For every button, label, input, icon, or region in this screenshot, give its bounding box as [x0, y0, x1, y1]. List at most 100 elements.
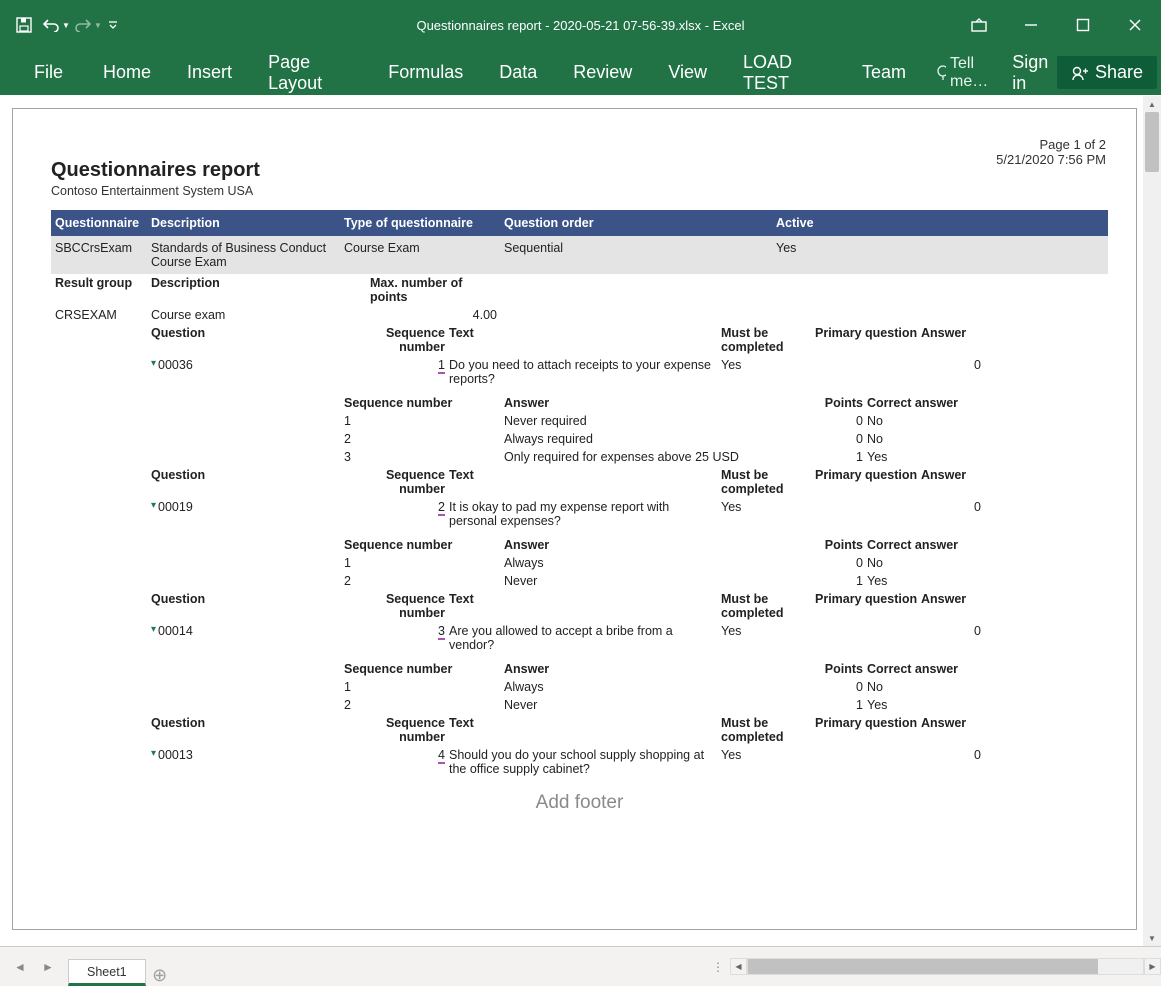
answer-seq: 2: [344, 698, 504, 712]
answer-points: 0: [776, 556, 867, 570]
answer-points: 1: [776, 450, 867, 464]
cell-active: Yes: [776, 241, 926, 255]
lbl-ans-correct: Correct answer: [867, 396, 1017, 410]
share-icon: [1071, 64, 1089, 82]
tab-formulas[interactable]: Formulas: [370, 52, 481, 93]
tell-me-label: Tell me…: [950, 55, 994, 91]
lbl-ans-seq: Sequence number: [344, 538, 504, 552]
answer-correct: No: [867, 556, 1017, 570]
horizontal-scroll-thumb[interactable]: [748, 959, 1098, 974]
lbl-question: Question: [151, 716, 344, 730]
lbl-question: Question: [151, 468, 344, 482]
col-questionnaire: Questionnaire: [51, 216, 151, 230]
validation-tick-icon: ▾: [151, 500, 156, 511]
answer-seq: 2: [344, 432, 504, 446]
lbl-ans-seq: Sequence number: [344, 662, 504, 676]
tab-review[interactable]: Review: [555, 52, 650, 93]
answer-text: Never required: [504, 414, 776, 428]
scroll-down-button[interactable]: ▼: [1143, 930, 1161, 946]
scroll-left-button[interactable]: ◀: [730, 958, 747, 975]
scroll-up-button[interactable]: ▲: [1143, 96, 1161, 112]
question-answer-val: 0: [921, 500, 981, 514]
question-header-row: Question Sequence number Text Must be co…: [51, 324, 1108, 356]
sign-in-button[interactable]: Sign in: [1004, 48, 1057, 98]
tab-data[interactable]: Data: [481, 52, 555, 93]
question-text: Do you need to attach receipts to your e…: [449, 358, 721, 386]
page-number-label: Page 1 of 2: [996, 137, 1106, 152]
tab-page-layout[interactable]: Page Layout: [250, 42, 370, 104]
lbl-ans-correct: Correct answer: [867, 538, 1017, 552]
tab-team[interactable]: Team: [844, 52, 924, 93]
question-row: ▾00019 2 It is okay to pad my expense re…: [51, 498, 1108, 530]
undo-button[interactable]: ▼: [42, 11, 70, 39]
vertical-scrollbar[interactable]: ▲ ▼: [1143, 96, 1161, 946]
answer-text: Always required: [504, 432, 776, 446]
answer-seq: 1: [344, 680, 504, 694]
tell-me-search[interactable]: Tell me…: [924, 49, 1004, 97]
answer-correct: Yes: [867, 698, 1017, 712]
answer-row: 1 Never required 0 No: [51, 412, 1108, 430]
maximize-button[interactable]: [1057, 0, 1109, 50]
sheet-nav-last[interactable]: ►: [34, 953, 62, 981]
window-controls: [953, 0, 1161, 50]
lbl-seqnum: Sequence number: [344, 468, 449, 496]
tab-load-test[interactable]: LOAD TEST: [725, 42, 844, 104]
lbl-ans-answer: Answer: [504, 538, 776, 552]
tab-insert[interactable]: Insert: [169, 52, 250, 93]
save-button[interactable]: [10, 11, 38, 39]
tab-home[interactable]: Home: [85, 52, 169, 93]
cell-type: Course Exam: [344, 241, 504, 255]
lbl-primary: Primary question: [815, 326, 921, 340]
lbl-text: Text: [449, 592, 721, 606]
scroll-right-button[interactable]: ▶: [1144, 958, 1161, 975]
print-page[interactable]: Page 1 of 2 5/21/2020 7:56 PM Questionna…: [12, 108, 1137, 930]
answer-seq: 1: [344, 414, 504, 428]
qat-customize-button[interactable]: [106, 11, 120, 39]
answer-points: 0: [776, 432, 867, 446]
lbl-answer: Answer: [921, 326, 981, 340]
tab-file[interactable]: File: [16, 52, 85, 93]
undo-dropdown-caret[interactable]: ▼: [62, 21, 70, 30]
answer-header-row: Sequence number Answer Points Correct an…: [51, 536, 1108, 554]
question-must: Yes: [721, 748, 815, 762]
lbl-max-points: Max. number of points: [344, 276, 501, 304]
cell-questionnaire: SBCCrsExam: [51, 241, 151, 255]
title-bar: ▼ ▼ Questionnaires report - 2020-05-21 0…: [0, 0, 1161, 50]
sheet-bar-resize-handle[interactable]: ⋮: [706, 960, 730, 974]
validation-tick-icon: ▾: [151, 624, 156, 635]
lbl-answer: Answer: [921, 716, 981, 730]
lbl-seqnum: Sequence number: [344, 326, 449, 354]
answer-text: Never: [504, 574, 776, 588]
add-footer-placeholder[interactable]: Add footer: [51, 792, 1108, 814]
question-id: ▾00013: [151, 748, 344, 762]
sheet-nav-first[interactable]: ◄: [6, 953, 34, 981]
lbl-must: Must be completed: [721, 592, 815, 620]
vertical-scroll-thumb[interactable]: [1145, 112, 1159, 172]
share-button[interactable]: Share: [1057, 56, 1157, 89]
horizontal-scrollbar[interactable]: [747, 958, 1144, 975]
minimize-button[interactable]: [1005, 0, 1057, 50]
question-row: ▾00013 4 Should you do your school suppl…: [51, 746, 1108, 778]
tab-view[interactable]: View: [650, 52, 725, 93]
answer-row: 1 Always 0 No: [51, 554, 1108, 572]
new-sheet-button[interactable]: ⊕: [146, 965, 174, 986]
lbl-seqnum: Sequence number: [344, 592, 449, 620]
redo-dropdown-caret: ▼: [94, 21, 102, 30]
page-header: Page 1 of 2 5/21/2020 7:56 PM: [996, 137, 1106, 167]
share-label: Share: [1095, 62, 1143, 83]
answer-row: 2 Always required 0 No: [51, 430, 1108, 448]
col-type: Type of questionnaire: [344, 216, 504, 230]
answer-text: Never: [504, 698, 776, 712]
quick-access-toolbar: ▼ ▼: [0, 11, 120, 39]
answer-points: 1: [776, 698, 867, 712]
lbl-question: Question: [151, 592, 344, 606]
lightbulb-icon: [934, 64, 946, 82]
lbl-text: Text: [449, 326, 721, 340]
close-button[interactable]: [1109, 0, 1161, 50]
question-answer-val: 0: [921, 748, 981, 762]
question-seq: 4: [344, 748, 449, 764]
col-active: Active: [776, 216, 926, 230]
sheet-tab-sheet1[interactable]: Sheet1: [68, 959, 146, 986]
ribbon-display-options-button[interactable]: [953, 0, 1005, 50]
lbl-ans-answer: Answer: [504, 396, 776, 410]
